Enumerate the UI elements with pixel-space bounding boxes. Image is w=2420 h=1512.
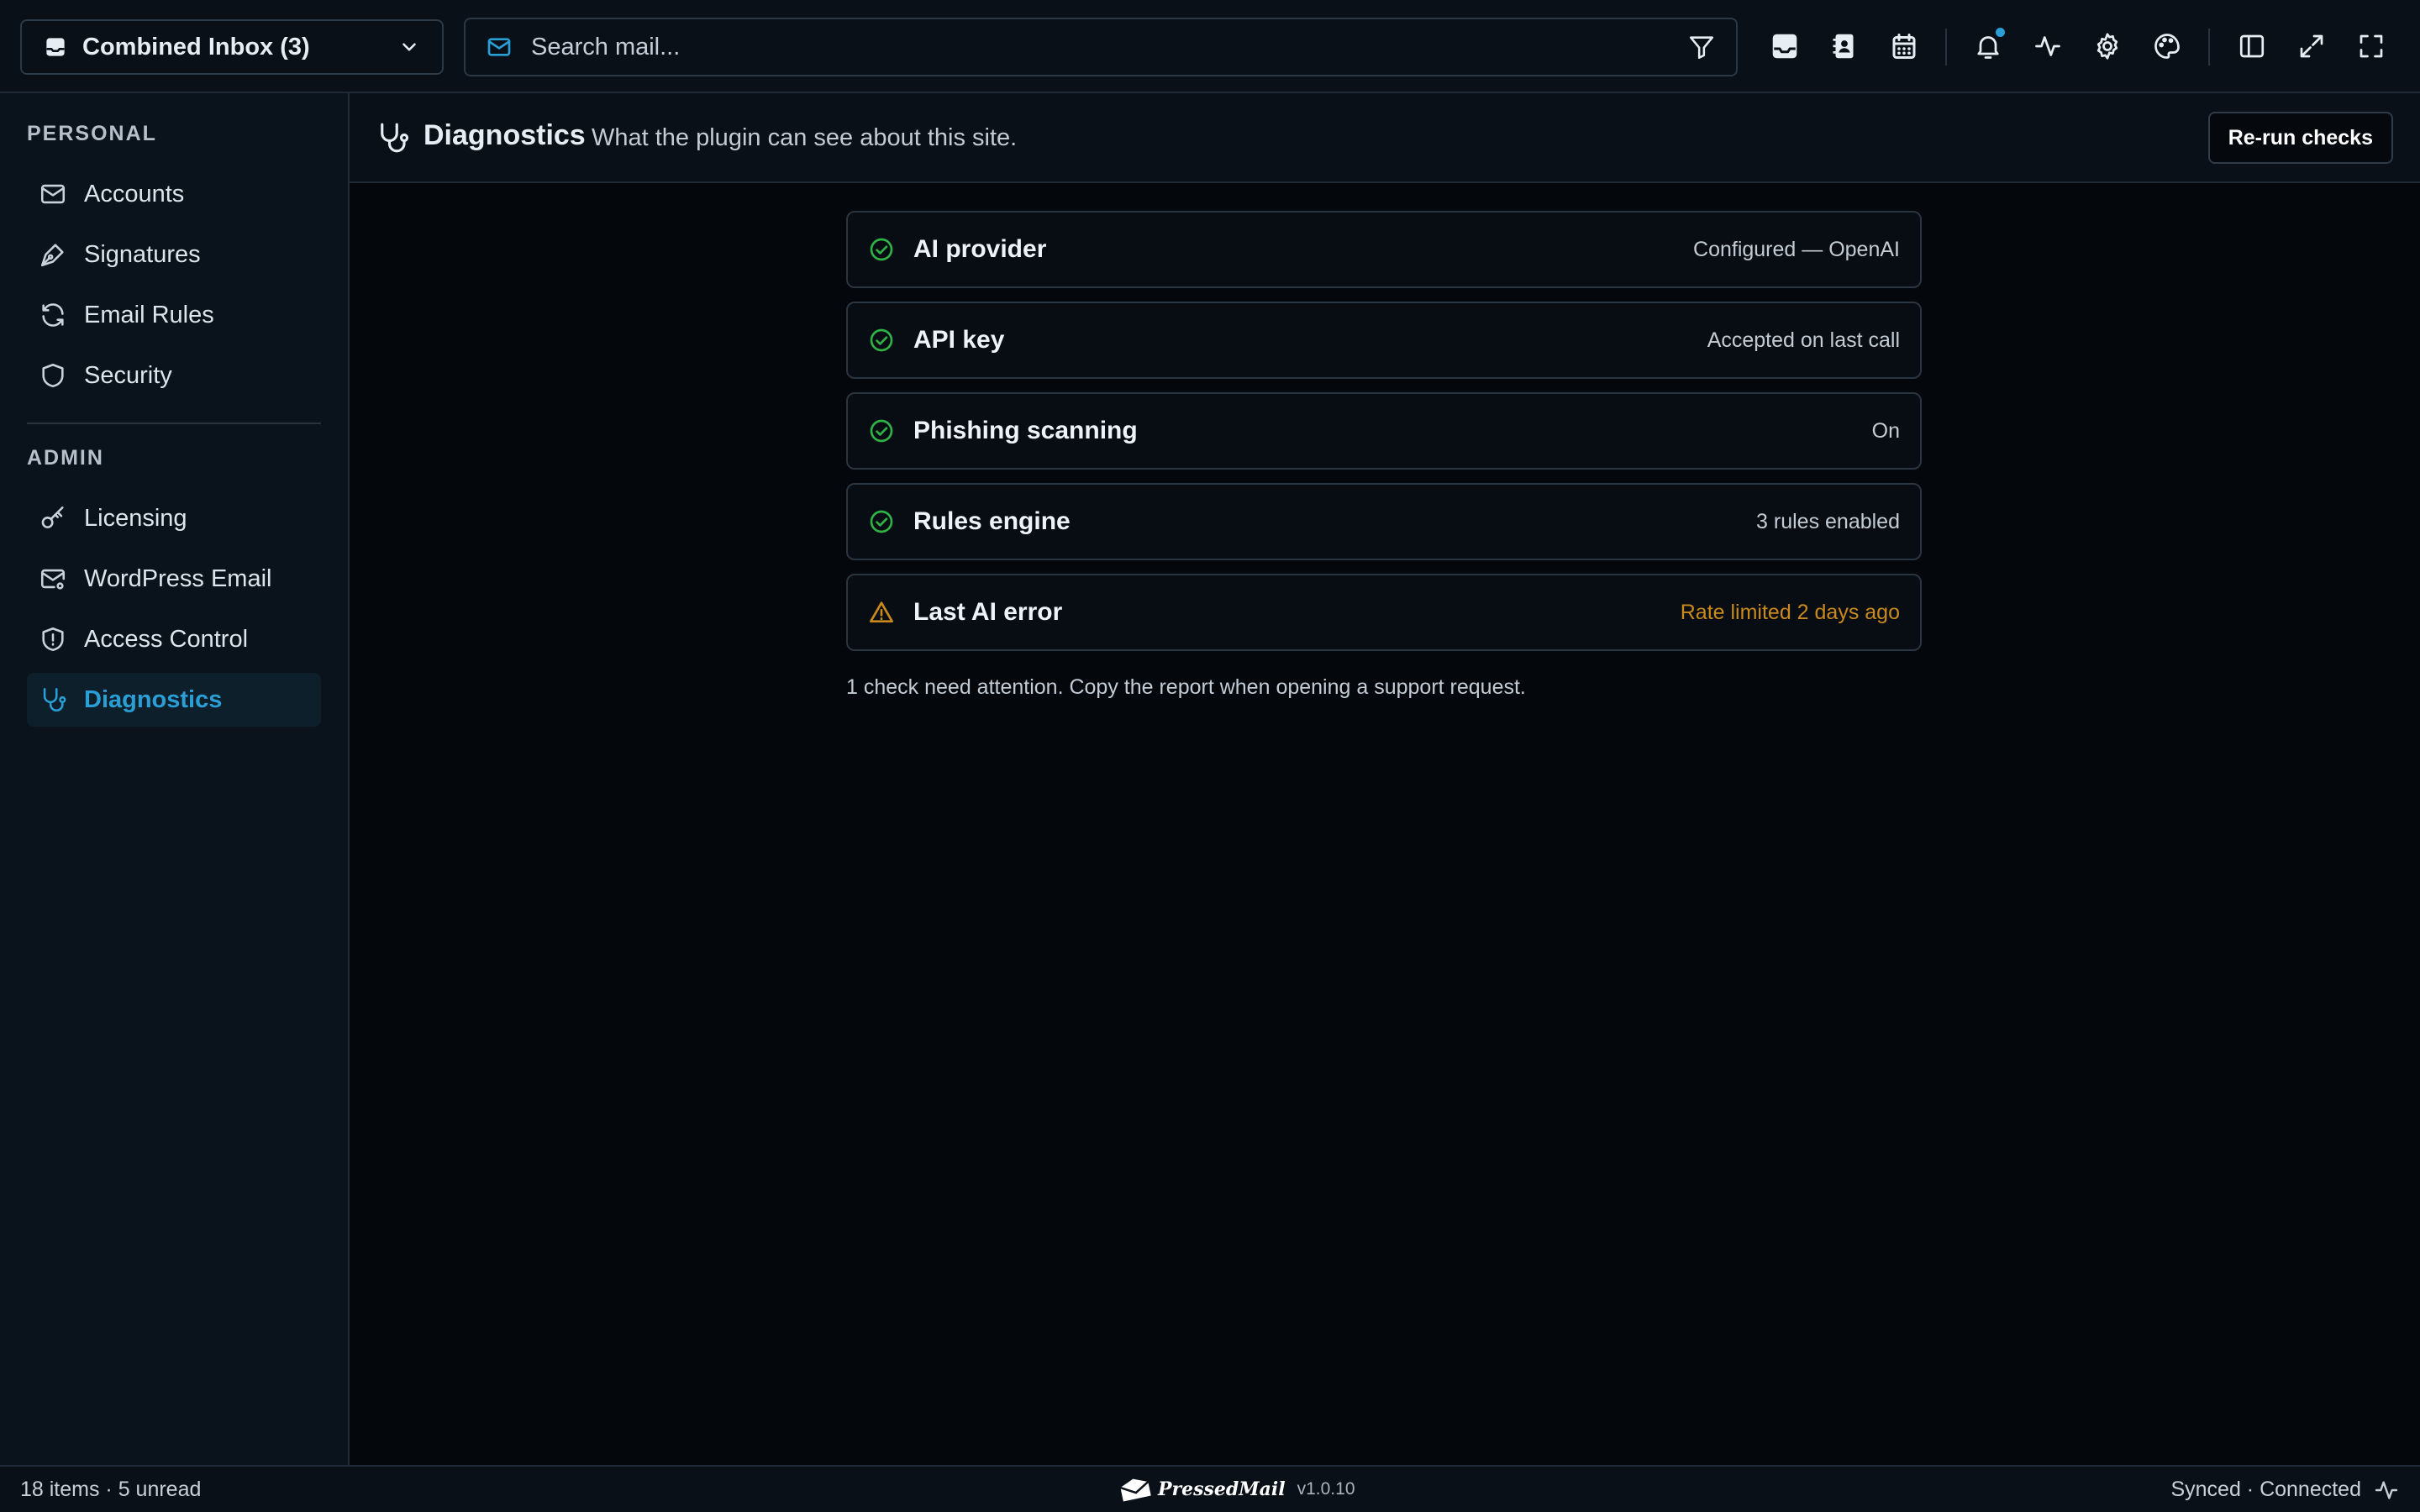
filter-icon[interactable] [1687, 33, 1716, 61]
sidebar-item-security[interactable]: Security [27, 349, 321, 402]
sidebar-item-diagnostics[interactable]: Diagnostics [27, 673, 321, 727]
fullscreen-icon [2360, 34, 2383, 58]
page-title: Diagnostics [424, 119, 586, 151]
check-value: Configured — OpenAI [1693, 237, 1900, 261]
brand-name: PressedMail [1158, 1478, 1286, 1500]
settings-button[interactable] [2089, 28, 2126, 65]
expand-arrows-icon [2300, 34, 2323, 58]
mailbox-label: Combined Inbox (3) [82, 33, 310, 60]
sidebar-item-label: Signatures [84, 240, 201, 268]
sidebar: PERSONAL Accounts Signatures Email Rules… [0, 93, 350, 1465]
inbox-icon [46, 38, 65, 56]
search-box [464, 18, 1738, 76]
theme-button[interactable] [2149, 28, 2186, 65]
fullscreen-button[interactable] [2353, 28, 2390, 65]
checks-list: AI provider Configured — OpenAI API key … [846, 211, 1922, 664]
sidebar-item-label: Email Rules [84, 301, 214, 328]
checks-footnote: 1 check need attention. Copy the report … [846, 675, 1526, 699]
check-row-ai-provider: AI provider Configured — OpenAI [846, 211, 1922, 288]
contacts-button[interactable] [1826, 28, 1863, 65]
item-count: 18 items · 5 unread [20, 1478, 202, 1501]
check-circle-icon [870, 419, 893, 443]
sidebar-item-label: Diagnostics [84, 685, 223, 713]
check-name: API key [913, 326, 1005, 354]
sidebar-panel-icon [2239, 34, 2265, 58]
toolbar-divider [1945, 29, 1947, 66]
pen-icon [40, 244, 64, 267]
check-circle-icon [870, 328, 893, 352]
check-name: Last AI error [913, 598, 1063, 626]
refresh-icon [42, 303, 64, 327]
search-input[interactable] [531, 33, 1687, 61]
sync-status: Synced · Connected [2170, 1478, 2361, 1501]
check-circle-icon [870, 510, 893, 533]
toggle-sidebar-button[interactable] [2233, 28, 2270, 65]
mailbox-selector[interactable]: Combined Inbox (3) [20, 19, 444, 75]
sidebar-item-label: Access Control [84, 625, 249, 653]
calendar-icon [1892, 34, 1916, 59]
sidebar-item-label: WordPress Email [84, 564, 272, 592]
chevron-down-icon [402, 43, 416, 51]
warning-triangle-icon [870, 601, 893, 622]
envelope-logo-icon [1120, 1478, 1151, 1502]
sidebar-item-signatures[interactable]: Signatures [27, 228, 321, 281]
check-row-phishing-scanning: Phishing scanning On [846, 392, 1922, 470]
check-value: On [1871, 418, 1900, 443]
palette-icon [2154, 34, 2180, 59]
check-name: Phishing scanning [913, 417, 1138, 444]
activity-icon [2035, 36, 2060, 56]
section-label-personal: PERSONAL [27, 122, 157, 145]
check-value: Rate limited 2 days ago [1680, 600, 1900, 624]
top-bar: Combined Inbox (3) [0, 0, 2420, 93]
notification-dot [1996, 28, 2005, 37]
check-name: AI provider [913, 235, 1047, 263]
mail-icon [40, 184, 66, 204]
toolbar-divider [2208, 29, 2210, 66]
sidebar-item-label: Accounts [84, 180, 185, 207]
sidebar-item-label: Security [84, 361, 172, 389]
main-content: Diagnostics What the plugin can see abou… [350, 93, 2420, 1465]
stethoscope-icon [381, 123, 409, 153]
activity-icon [2375, 1481, 2398, 1499]
check-value: 3 rules enabled [1756, 509, 1900, 533]
brand-block: PressedMail v1.0.10 [1118, 1475, 1355, 1504]
sidebar-item-label: Licensing [84, 504, 187, 532]
rerun-checks-button[interactable]: Re-run checks [2207, 112, 2393, 164]
page-header: Diagnostics What the plugin can see abou… [350, 93, 2420, 183]
sidebar-item-accounts[interactable]: Accounts [27, 167, 321, 221]
check-value: Accepted on last call [1707, 328, 1900, 352]
check-circle-icon [870, 238, 893, 261]
sidebar-item-email-rules[interactable]: Email Rules [27, 288, 321, 342]
mail-icon [487, 38, 511, 56]
notifications-button[interactable] [1970, 28, 2007, 65]
sidebar-divider [27, 423, 321, 424]
check-name: Rules engine [913, 507, 1071, 535]
sidebar-item-licensing[interactable]: Licensing [27, 491, 321, 545]
expand-button[interactable] [2293, 28, 2330, 65]
contacts-book-icon [1833, 34, 1854, 59]
shield-alert-icon [42, 627, 64, 652]
sidebar-item-access-control[interactable]: Access Control [27, 612, 321, 666]
page-subtitle: What the plugin can see about this site. [592, 124, 1018, 151]
sidebar-item-wordpress-email[interactable]: WordPress Email [27, 552, 321, 606]
activity-button[interactable] [2029, 28, 2066, 65]
inbox-tray-icon [1772, 34, 1797, 59]
check-row-rules-engine: Rules engine 3 rules enabled [846, 483, 1922, 560]
stethoscope-icon [43, 687, 66, 711]
app-version: v1.0.10 [1297, 1479, 1355, 1499]
app-window: Combined Inbox (3) Search mail... PERSON… [0, 0, 2420, 1512]
check-row-api-key: API key Accepted on last call [846, 302, 1922, 379]
calendar-button[interactable] [1886, 28, 1923, 65]
status-bar: 18 items · 5 unread PressedMail v1.0.10 … [0, 1465, 2420, 1512]
key-icon [41, 506, 64, 528]
shield-icon [42, 363, 64, 388]
mail-settings-icon [40, 569, 66, 590]
check-row-last-ai-error: Last AI error Rate limited 2 days ago [846, 574, 1922, 651]
section-label-admin: ADMIN [27, 446, 104, 470]
inbox-view-button[interactable] [1766, 28, 1803, 65]
gear-icon [2096, 33, 2118, 60]
